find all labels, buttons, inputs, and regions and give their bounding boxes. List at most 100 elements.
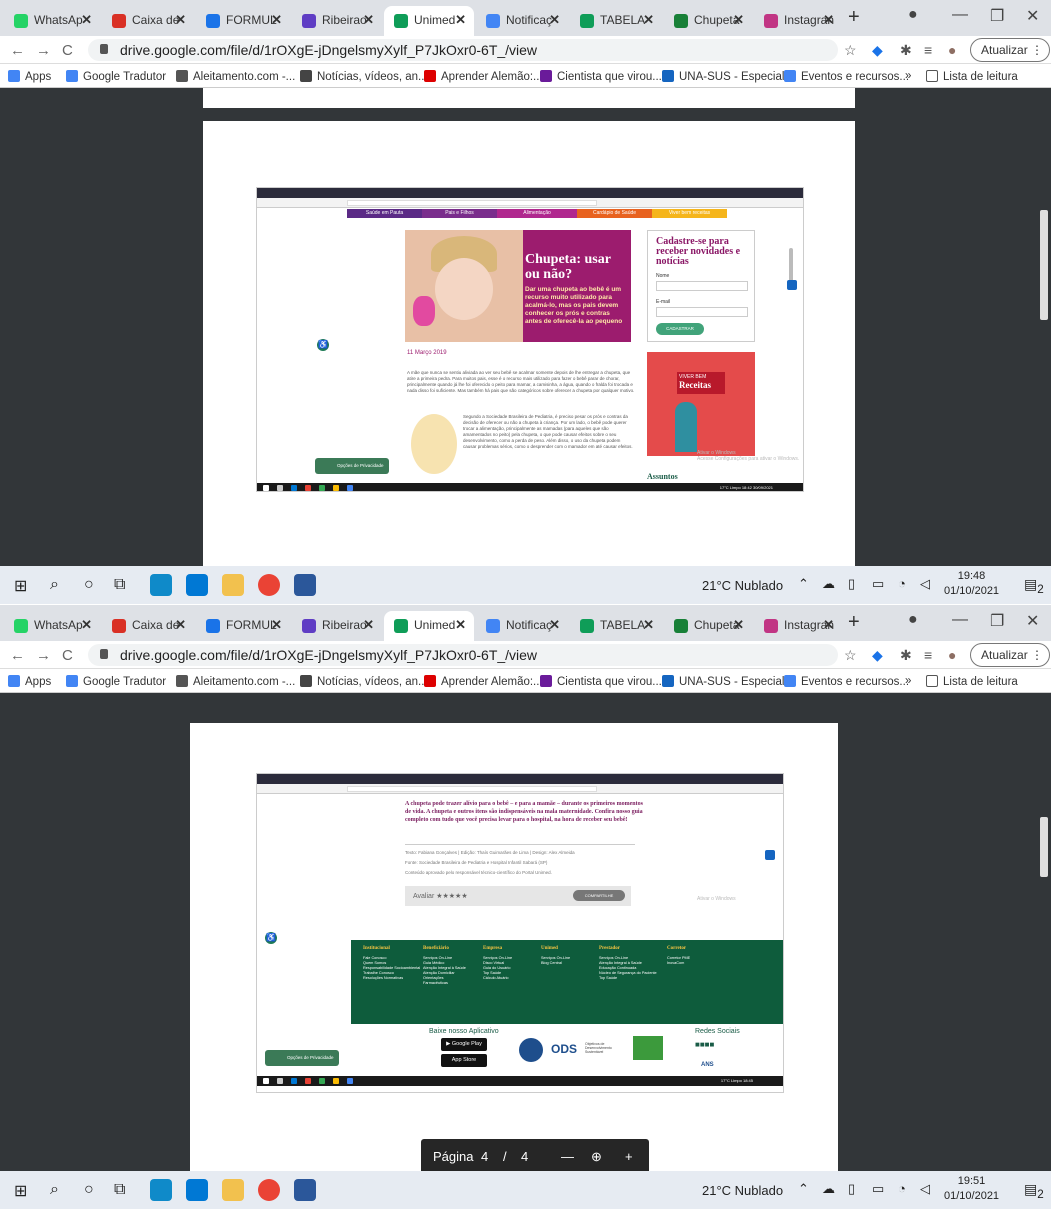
chrome-icon[interactable]	[258, 1179, 280, 1201]
edge-icon[interactable]	[150, 1179, 172, 1201]
mini-blue-icon[interactable]	[765, 850, 775, 860]
mail-icon[interactable]	[186, 574, 208, 596]
mini-menu-alimentacao[interactable]: Alimentação	[497, 209, 577, 218]
bookmark-5[interactable]: Aprender Alemão:...	[424, 675, 543, 688]
bookmark-2[interactable]: Google Tradutor	[66, 675, 166, 688]
tab-close-icon[interactable]: ✕	[175, 611, 186, 639]
url-input[interactable]: drive.google.com/file/d/1rOXgE-jDngelsmy…	[88, 644, 838, 666]
tab-3[interactable]: FORMUL ✕	[196, 6, 290, 36]
device-icon[interactable]: ▯	[848, 576, 855, 592]
bookmark-4[interactable]: Notícias, vídeos, an...	[300, 70, 428, 83]
tab-close-icon[interactable]: ✕	[733, 611, 744, 639]
tab-close-icon[interactable]: ✕	[549, 6, 560, 34]
tab-close-icon[interactable]: ✕	[733, 6, 744, 34]
viewer-scrollbar[interactable]	[1040, 817, 1048, 877]
privacy-options-button[interactable]: Opções de Privacidade	[265, 1050, 339, 1066]
reading-list-button[interactable]: Lista de leitura	[926, 70, 1018, 83]
tab-2[interactable]: Caixa de ✕	[102, 611, 194, 641]
wifi-icon[interactable]: ◔	[898, 1181, 906, 1196]
tab-close-icon[interactable]: ✕	[271, 6, 282, 34]
mini-menu-cardapio[interactable]: Cardápio de Saúde	[577, 209, 652, 218]
mini-menu-receitas[interactable]: Viver bem receitas	[652, 209, 727, 218]
zoom-in-button[interactable]: +	[625, 1149, 633, 1164]
bookmark-8[interactable]: Eventos e recursos...	[784, 70, 909, 83]
tray-chevron-icon[interactable]: ⌃	[798, 576, 809, 592]
viewer-scrollbar[interactable]	[1040, 210, 1048, 320]
app-store-badge[interactable]: App Store	[441, 1054, 487, 1067]
bookmark-1[interactable]: Apps	[8, 675, 51, 688]
tab-close-icon[interactable]: ✕	[81, 611, 92, 639]
bookmark-4[interactable]: Notícias, vídeos, an...	[300, 675, 428, 688]
chrome-icon[interactable]	[258, 574, 280, 596]
bookmark-6[interactable]: Cientista que virou...	[540, 70, 662, 83]
star-icon[interactable]: ☆	[844, 42, 857, 59]
onedrive-icon[interactable]: ☁	[822, 1181, 835, 1197]
footer-link[interactable]: Cálculo Atuário	[483, 976, 543, 981]
extension-icon[interactable]: ◆	[872, 42, 883, 59]
notifications-icon[interactable]: ▤2	[1024, 576, 1044, 596]
clock[interactable]: 19:51 01/10/2021	[944, 1174, 999, 1204]
tab-1[interactable]: WhatsAp ✕	[4, 611, 100, 641]
tab-close-icon[interactable]: ✕	[175, 6, 186, 34]
back-icon[interactable]: ←	[10, 647, 25, 664]
reload-icon[interactable]: C	[62, 647, 73, 664]
rating-stars[interactable]: Avaliar ★★★★★	[413, 892, 468, 900]
tab-5[interactable]: Unimed ✕	[384, 611, 474, 641]
social-icons[interactable]: ■■■■	[695, 1040, 714, 1049]
tab-7[interactable]: TABELA ✕	[570, 6, 662, 36]
mini-menu-pais[interactable]: Pais e Filhos	[422, 209, 497, 218]
new-tab-button[interactable]: +	[848, 6, 860, 29]
avatar[interactable]: ●	[948, 647, 956, 663]
profile-icon[interactable]: ●	[908, 6, 918, 24]
tab-close-icon[interactable]: ✕	[823, 6, 834, 34]
privacy-options-button[interactable]: Opções de Privacidade	[315, 458, 389, 474]
reload-icon[interactable]: C	[62, 42, 73, 59]
search-icon[interactable]: ⌕	[50, 1181, 59, 1199]
footer-link[interactable]: Farmacêuticas	[423, 981, 483, 986]
tab-close-icon[interactable]: ✕	[823, 611, 834, 639]
email-field[interactable]	[656, 307, 748, 317]
signup-button[interactable]: CADASTRAR	[656, 323, 704, 335]
bookmark-7[interactable]: UNA-SUS - Especial...	[662, 675, 794, 688]
mail-icon[interactable]	[186, 1179, 208, 1201]
weather-widget[interactable]: 21°C Nublado	[702, 1183, 783, 1198]
tab-close-icon[interactable]: ✕	[455, 611, 466, 639]
bookmark-3[interactable]: Aleitamento.com -...	[176, 675, 295, 688]
tab-9[interactable]: Instagran ✕	[754, 611, 842, 641]
url-input[interactable]: drive.google.com/file/d/1rOXgE-jDngelsmy…	[88, 39, 838, 61]
reading-list-button[interactable]: Lista de leitura	[926, 675, 1018, 688]
tab-close-icon[interactable]: ✕	[643, 6, 654, 34]
avatar[interactable]: ●	[948, 42, 956, 58]
zoom-icon[interactable]: ⊕	[591, 1149, 602, 1165]
device-icon[interactable]: ▯	[848, 1181, 855, 1197]
tab-close-icon[interactable]: ✕	[81, 6, 92, 34]
name-field[interactable]	[656, 281, 748, 291]
star-icon[interactable]: ☆	[844, 647, 857, 664]
bookmark-8[interactable]: Eventos e recursos...	[784, 675, 909, 688]
bookmark-3[interactable]: Aleitamento.com -...	[176, 70, 295, 83]
tab-5[interactable]: Unimed ✕	[384, 6, 474, 36]
word-icon[interactable]	[294, 574, 316, 596]
volume-icon[interactable]: ◁	[920, 1181, 930, 1197]
volume-icon[interactable]: ◁	[920, 576, 930, 592]
bookmark-7[interactable]: UNA-SUS - Especial...	[662, 70, 794, 83]
clock[interactable]: 19:48 01/10/2021	[944, 569, 999, 599]
update-button[interactable]: Atualizar ⋮	[970, 643, 1050, 667]
page-current-input[interactable]: 4	[481, 1149, 488, 1164]
notifications-icon[interactable]: ▤2	[1024, 1181, 1044, 1201]
tab-close-icon[interactable]: ✕	[455, 6, 466, 34]
reading-mode-icon[interactable]: ≡	[924, 42, 932, 58]
reading-mode-icon[interactable]: ≡	[924, 647, 932, 663]
restore-icon[interactable]: ❐	[990, 6, 1004, 26]
restore-icon[interactable]: ❐	[990, 611, 1004, 631]
tab-6[interactable]: Notificaç ✕	[476, 611, 568, 641]
close-window-icon[interactable]: ✕	[1026, 6, 1039, 26]
back-icon[interactable]: ←	[10, 42, 25, 59]
footer-link[interactable]: Blog Central	[541, 961, 601, 966]
tab-3[interactable]: FORMUL ✕	[196, 611, 290, 641]
share-button[interactable]: COMPARTILHE	[573, 890, 625, 901]
tab-close-icon[interactable]: ✕	[643, 611, 654, 639]
tab-6[interactable]: Notificaç ✕	[476, 6, 568, 36]
file-explorer-icon[interactable]	[222, 574, 244, 596]
tab-1[interactable]: WhatsAp ✕	[4, 6, 100, 36]
